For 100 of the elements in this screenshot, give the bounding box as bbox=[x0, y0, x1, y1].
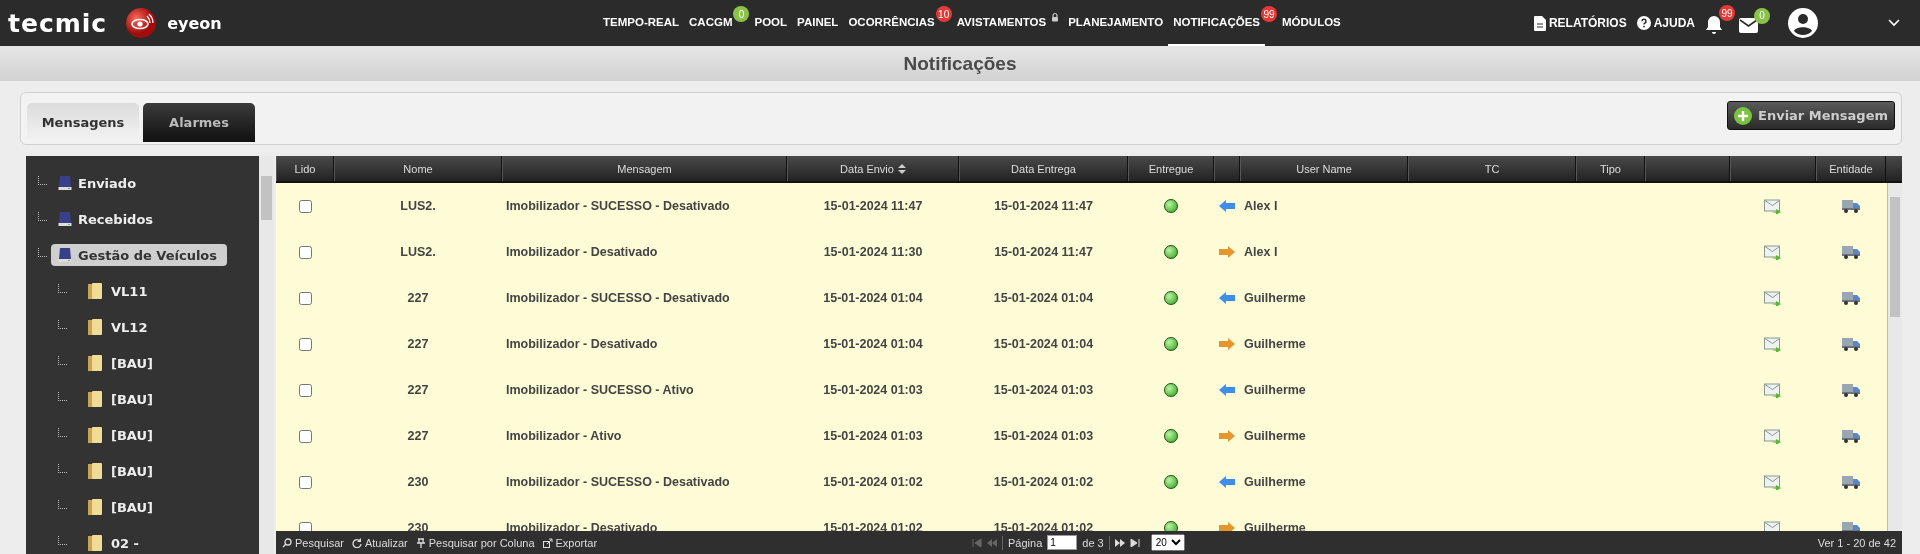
scrollbar[interactable] bbox=[1887, 183, 1902, 531]
tree-item[interactable]: VL11 bbox=[81, 279, 158, 303]
next-page-icon[interactable] bbox=[1114, 538, 1125, 547]
mail-forward-icon[interactable] bbox=[1764, 474, 1782, 490]
nav-link[interactable]: POOL bbox=[749, 0, 793, 46]
table-cell: 15-01-2024 01:04 bbox=[823, 337, 923, 351]
table-cell: 15-01-2024 01:04 bbox=[993, 337, 1094, 351]
folder-icon bbox=[87, 282, 103, 300]
page-label: Página bbox=[1008, 536, 1043, 549]
column-header[interactable]: Nome bbox=[403, 162, 433, 175]
page-title: Notificações bbox=[903, 52, 1017, 75]
export-icon bbox=[542, 537, 553, 548]
help-icon bbox=[1636, 16, 1651, 30]
search-icon bbox=[282, 537, 292, 548]
column-header[interactable] bbox=[1214, 156, 1240, 181]
tree-item[interactable]: VL12 bbox=[81, 315, 158, 339]
column-header[interactable]: Data Entrega bbox=[1011, 162, 1076, 175]
last-page-icon[interactable] bbox=[1129, 538, 1140, 547]
table-cell: 15-01-2024 01:04 bbox=[823, 291, 923, 305]
tree-item[interactable]: [BAU] bbox=[81, 387, 163, 411]
column-header[interactable]: Mensagem bbox=[617, 162, 672, 175]
read-checkbox[interactable] bbox=[298, 521, 312, 531]
tree-item[interactable]: [BAU] bbox=[81, 495, 163, 519]
table-cell: 15-01-2024 01:02 bbox=[823, 475, 923, 489]
tree-item[interactable]: Recebidos bbox=[51, 208, 164, 230]
scrollbar[interactable] bbox=[259, 156, 274, 554]
column-header[interactable]: Entregue bbox=[1148, 162, 1194, 175]
column-header[interactable]: User Name bbox=[1296, 162, 1352, 175]
bell-icon[interactable] bbox=[1705, 15, 1723, 35]
truck-icon[interactable] bbox=[1842, 199, 1860, 213]
send-message-button[interactable]: Enviar Mensagem bbox=[1727, 101, 1895, 130]
column-header[interactable]: Data Envio bbox=[840, 162, 894, 175]
eyeon-logo: eyeon bbox=[167, 13, 222, 33]
folder-icon bbox=[87, 426, 103, 444]
column-header[interactable]: Lido bbox=[294, 162, 316, 175]
page-size-select[interactable]: 20 bbox=[1150, 534, 1185, 551]
read-checkbox[interactable] bbox=[298, 429, 312, 443]
truck-icon[interactable] bbox=[1842, 429, 1860, 443]
tree-item[interactable]: [BAU] bbox=[81, 351, 163, 375]
mail-forward-icon[interactable] bbox=[1764, 336, 1782, 352]
footer-action-link[interactable]: Pesquisar por Coluna bbox=[415, 536, 535, 549]
table-cell: 15-01-2024 01:02 bbox=[993, 475, 1094, 489]
nav-link[interactable]: MÓDULOS bbox=[1277, 0, 1346, 46]
page-count-label: de 3 bbox=[1082, 536, 1104, 549]
read-checkbox[interactable] bbox=[298, 245, 312, 259]
read-checkbox[interactable] bbox=[298, 199, 312, 213]
sort-icon[interactable] bbox=[897, 163, 906, 174]
nav-link[interactable]: PLANEJAMENTO bbox=[1063, 0, 1169, 46]
read-checkbox[interactable] bbox=[298, 291, 312, 305]
folder-icon bbox=[87, 318, 103, 336]
truck-icon[interactable] bbox=[1842, 245, 1860, 259]
truck-icon[interactable] bbox=[1842, 337, 1860, 351]
column-header[interactable]: TC bbox=[1484, 162, 1500, 175]
folder-icon bbox=[87, 462, 103, 480]
footer-action-link[interactable]: Exportar bbox=[542, 536, 598, 549]
read-checkbox[interactable] bbox=[298, 475, 312, 489]
mail-forward-icon[interactable] bbox=[1764, 198, 1782, 214]
table-cell: 227 bbox=[407, 337, 429, 351]
folder-icon bbox=[87, 498, 103, 516]
avatar-icon[interactable] bbox=[1788, 8, 1818, 38]
refresh-icon bbox=[351, 537, 362, 548]
table-cell: 15-01-2024 01:03 bbox=[993, 383, 1094, 397]
mail-forward-icon[interactable] bbox=[1764, 244, 1782, 260]
tab[interactable]: Alarmes bbox=[143, 103, 255, 142]
table-cell: Imobilizador - SUCESSO - Desativado bbox=[506, 291, 730, 305]
table-cell: 15-01-2024 11:47 bbox=[823, 199, 923, 213]
truck-icon[interactable] bbox=[1842, 291, 1860, 305]
truck-icon[interactable] bbox=[1842, 383, 1860, 397]
mail-forward-icon[interactable] bbox=[1764, 428, 1782, 444]
drive-icon bbox=[57, 175, 73, 191]
count-badge: 99 bbox=[1261, 6, 1277, 22]
page-input-field[interactable]: 1 bbox=[1047, 535, 1078, 550]
table-cell: 230 bbox=[407, 475, 429, 489]
tree-item[interactable]: Gestão de Veículos bbox=[51, 244, 228, 266]
truck-icon[interactable] bbox=[1842, 475, 1860, 489]
reports-link[interactable]: RELATÓRIOS bbox=[1533, 15, 1627, 31]
tree-item[interactable]: [BAU] bbox=[81, 423, 163, 447]
column-header[interactable]: Entidade bbox=[1829, 162, 1873, 175]
mail-icon[interactable] bbox=[1739, 17, 1758, 33]
help-link[interactable]: AJUDA bbox=[1636, 16, 1695, 30]
tree-item[interactable]: [BAU] bbox=[81, 459, 163, 483]
read-checkbox[interactable] bbox=[298, 337, 312, 351]
footer-action-link[interactable]: Pesquisar bbox=[282, 536, 344, 549]
mail-forward-icon[interactable] bbox=[1764, 382, 1782, 398]
column-header[interactable]: Tipo bbox=[1600, 162, 1621, 175]
table-cell: Imobilizador - Desativado bbox=[506, 337, 658, 351]
chevron-down-icon[interactable] bbox=[1888, 19, 1900, 27]
drive-icon bbox=[57, 247, 73, 263]
table-cell: Guilherme bbox=[1244, 291, 1306, 305]
table-cell: Imobilizador - SUCESSO - Desativado bbox=[506, 199, 730, 213]
footer-action-link[interactable]: Atualizar bbox=[351, 536, 408, 549]
table-cell: Guilherme bbox=[1244, 337, 1306, 351]
tree-item[interactable]: 02 - bbox=[81, 531, 149, 554]
table-cell: Imobilizador - Desativado bbox=[506, 245, 658, 259]
read-checkbox[interactable] bbox=[298, 383, 312, 397]
nav-link[interactable]: AVISTAMENTOS bbox=[951, 0, 1052, 46]
nav-link[interactable]: TEMPO-REAL bbox=[598, 0, 685, 46]
nav-link[interactable]: PAINEL bbox=[792, 0, 844, 46]
mail-forward-icon[interactable] bbox=[1764, 290, 1782, 306]
tree-item[interactable]: Enviado bbox=[51, 172, 147, 194]
